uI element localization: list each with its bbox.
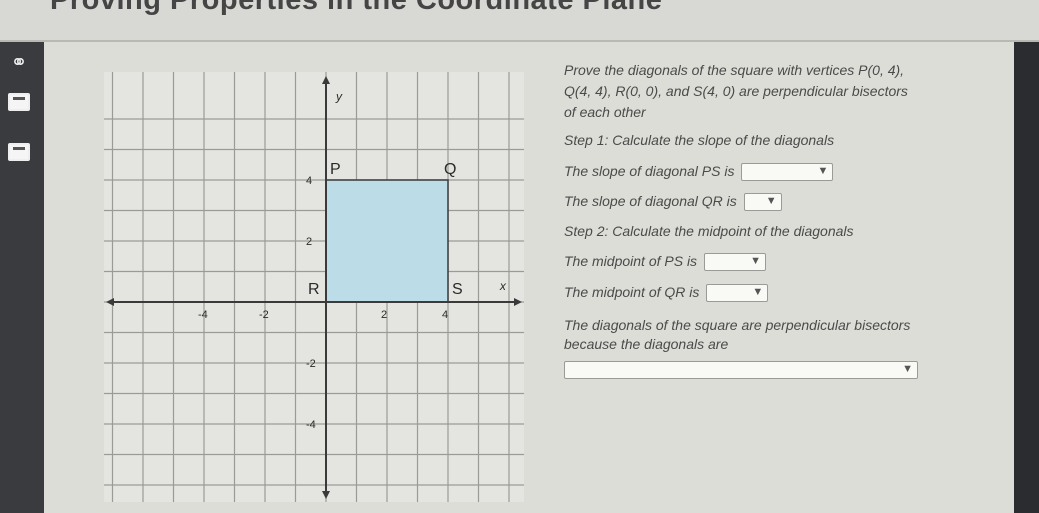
slope-qr-dropdown[interactable]: ▼	[743, 193, 782, 212]
y-tick-label: 2	[306, 236, 312, 248]
slope-qr-label: The slope of diagonal QR is	[564, 193, 737, 209]
prompt-line-2: Q(4, 4), R(0, 0), and S(4, 0) are perpen…	[564, 83, 908, 99]
title-bar: Proving Properties in the Coordinate Pla…	[0, 0, 1039, 42]
headphones-icon[interactable]: ⚭	[6, 52, 32, 74]
midpoint-qr-row: The midpoint of QR is ▼	[564, 284, 769, 303]
y-tick-label: -4	[306, 419, 316, 431]
right-edge	[1014, 42, 1039, 513]
midpoint-qr-dropdown[interactable]: ▼	[706, 284, 769, 303]
midpoint-qr-label: The midpoint of QR is	[564, 284, 700, 300]
y-axis-label: y	[335, 90, 343, 104]
x-axis-label: x	[499, 279, 507, 293]
slope-ps-row: The slope of diagonal PS is ▼	[564, 163, 834, 182]
slope-ps-label: The slope of diagonal PS is	[564, 163, 735, 179]
vertex-label-q: Q	[444, 161, 456, 178]
x-tick-label: -4	[198, 309, 208, 321]
coordinate-graph: x y -4 -2 2 4 4 2 -2 -4 P Q R S	[104, 72, 524, 502]
vertex-label-r: R	[308, 281, 320, 298]
midpoint-ps-row: The midpoint of PS is ▼	[564, 253, 766, 272]
page-title: Proving Properties in the Coordinate Pla…	[50, 0, 663, 16]
chevron-down-icon: ▼	[902, 363, 913, 376]
chevron-down-icon: ▼	[752, 286, 764, 299]
x-tick-label: 2	[381, 309, 387, 321]
conclusion-row: ▼	[564, 361, 918, 380]
slope-qr-row: The slope of diagonal QR is ▼	[564, 193, 782, 212]
step-1-heading: Step 1: Calculate the slope of the diago…	[564, 132, 835, 148]
midpoint-ps-label: The midpoint of PS is	[564, 253, 698, 269]
calculator-icon[interactable]	[6, 92, 32, 112]
chevron-down-icon: ▼	[817, 165, 829, 178]
step-2-heading: Step 2: Calculate the midpoint of the di…	[564, 223, 854, 239]
prompt-line-3: of each other	[564, 104, 646, 120]
vertex-label-s: S	[452, 281, 463, 298]
conclusion-dropdown[interactable]: ▼	[564, 361, 918, 380]
slope-ps-dropdown[interactable]: ▼	[741, 163, 834, 182]
prompt-line-1: Prove the diagonals of the square with v…	[564, 62, 905, 78]
calculator-icon[interactable]	[6, 142, 32, 162]
conclusion-line-2: because the diagonals are	[564, 336, 729, 352]
x-tick-label: -2	[259, 309, 269, 321]
midpoint-ps-dropdown[interactable]: ▼	[703, 253, 766, 272]
conclusion-line-1: The diagonals of the square are perpendi…	[564, 317, 911, 333]
y-tick-label: 4	[306, 175, 312, 187]
chevron-down-icon: ▼	[750, 255, 761, 268]
square-pqrs	[325, 179, 449, 303]
chevron-down-icon: ▼	[765, 195, 777, 208]
left-toolbar: ⚭	[0, 42, 44, 513]
content-area: x y -4 -2 2 4 4 2 -2 -4 P Q R S Prove the diagonals o…	[44, 42, 1014, 513]
x-tick-label: 4	[442, 309, 448, 321]
vertex-label-p: P	[330, 161, 341, 178]
y-tick-label: -2	[306, 358, 316, 370]
graph-svg: x y -4 -2 2 4 4 2 -2 -4 P Q R S	[104, 72, 524, 502]
